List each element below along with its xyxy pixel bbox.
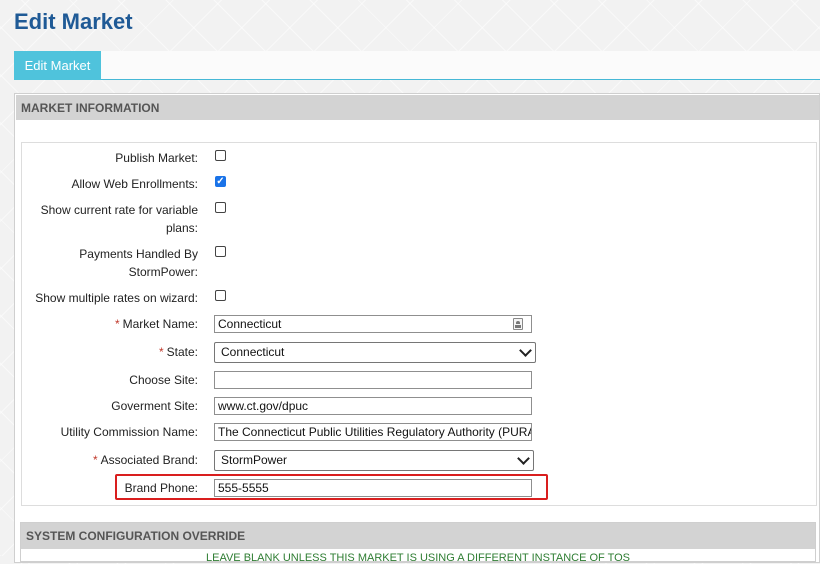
- choose-site-input[interactable]: [214, 371, 532, 389]
- market-information-header: MARKET INFORMATION: [16, 95, 819, 120]
- system-configuration-note: LEAVE BLANK UNLESS THIS MARKET IS USING …: [206, 552, 631, 564]
- contact-card-icon[interactable]: [513, 318, 523, 330]
- state-select[interactable]: Connecticut: [214, 342, 536, 363]
- choose-site-label: Choose Site:: [129, 373, 198, 387]
- tab-bar: Edit Market: [14, 51, 820, 80]
- government-site-input[interactable]: www.ct.gov/dpuc: [214, 397, 532, 415]
- show-current-rate-label-line2: plans:: [165, 221, 198, 235]
- utility-commission-input[interactable]: The Connecticut Public Utilities Regulat…: [214, 423, 532, 441]
- chevron-down-icon: [517, 452, 530, 465]
- brand-phone-highlight: [115, 474, 548, 500]
- market-form: Publish Market: Allow Web Enrollments: ✓…: [21, 142, 817, 506]
- required-asterisk: *: [114, 317, 120, 331]
- state-label: * State:: [158, 345, 198, 359]
- allow-web-enrollments-label: Allow Web Enrollments:: [71, 177, 199, 191]
- market-name-label: * Market Name:: [114, 317, 198, 331]
- publish-market-checkbox[interactable]: [215, 150, 226, 161]
- payments-handled-checkbox[interactable]: [215, 246, 226, 257]
- show-multiple-rates-checkbox[interactable]: [215, 290, 226, 301]
- system-configuration-header: SYSTEM CONFIGURATION OVERRIDE: [21, 523, 815, 549]
- market-name-input[interactable]: Connecticut: [214, 315, 532, 333]
- show-multiple-rates-label: Show multiple rates on wizard:: [35, 291, 198, 305]
- government-site-label: Goverment Site:: [111, 399, 198, 413]
- chevron-down-icon: [519, 344, 532, 357]
- required-asterisk: *: [92, 453, 98, 467]
- required-asterisk: *: [158, 345, 164, 359]
- show-current-rate-label: Show current rate for variable: [40, 203, 198, 217]
- payments-handled-label-line2: StormPower:: [128, 265, 198, 279]
- allow-web-enrollments-checkbox[interactable]: ✓: [215, 176, 226, 187]
- associated-brand-select[interactable]: StormPower: [214, 450, 534, 471]
- show-current-rate-checkbox[interactable]: [215, 202, 226, 213]
- utility-commission-label: Utility Commission Name:: [60, 425, 198, 439]
- payments-handled-label: Payments Handled By: [79, 247, 198, 261]
- system-configuration-panel: SYSTEM CONFIGURATION OVERRIDE LEAVE BLAN…: [20, 522, 816, 564]
- associated-brand-label: * Associated Brand:: [92, 453, 198, 467]
- publish-market-label: Publish Market:: [115, 151, 198, 165]
- tab-edit-market[interactable]: Edit Market: [14, 51, 101, 80]
- page-title: Edit Market: [14, 9, 133, 34]
